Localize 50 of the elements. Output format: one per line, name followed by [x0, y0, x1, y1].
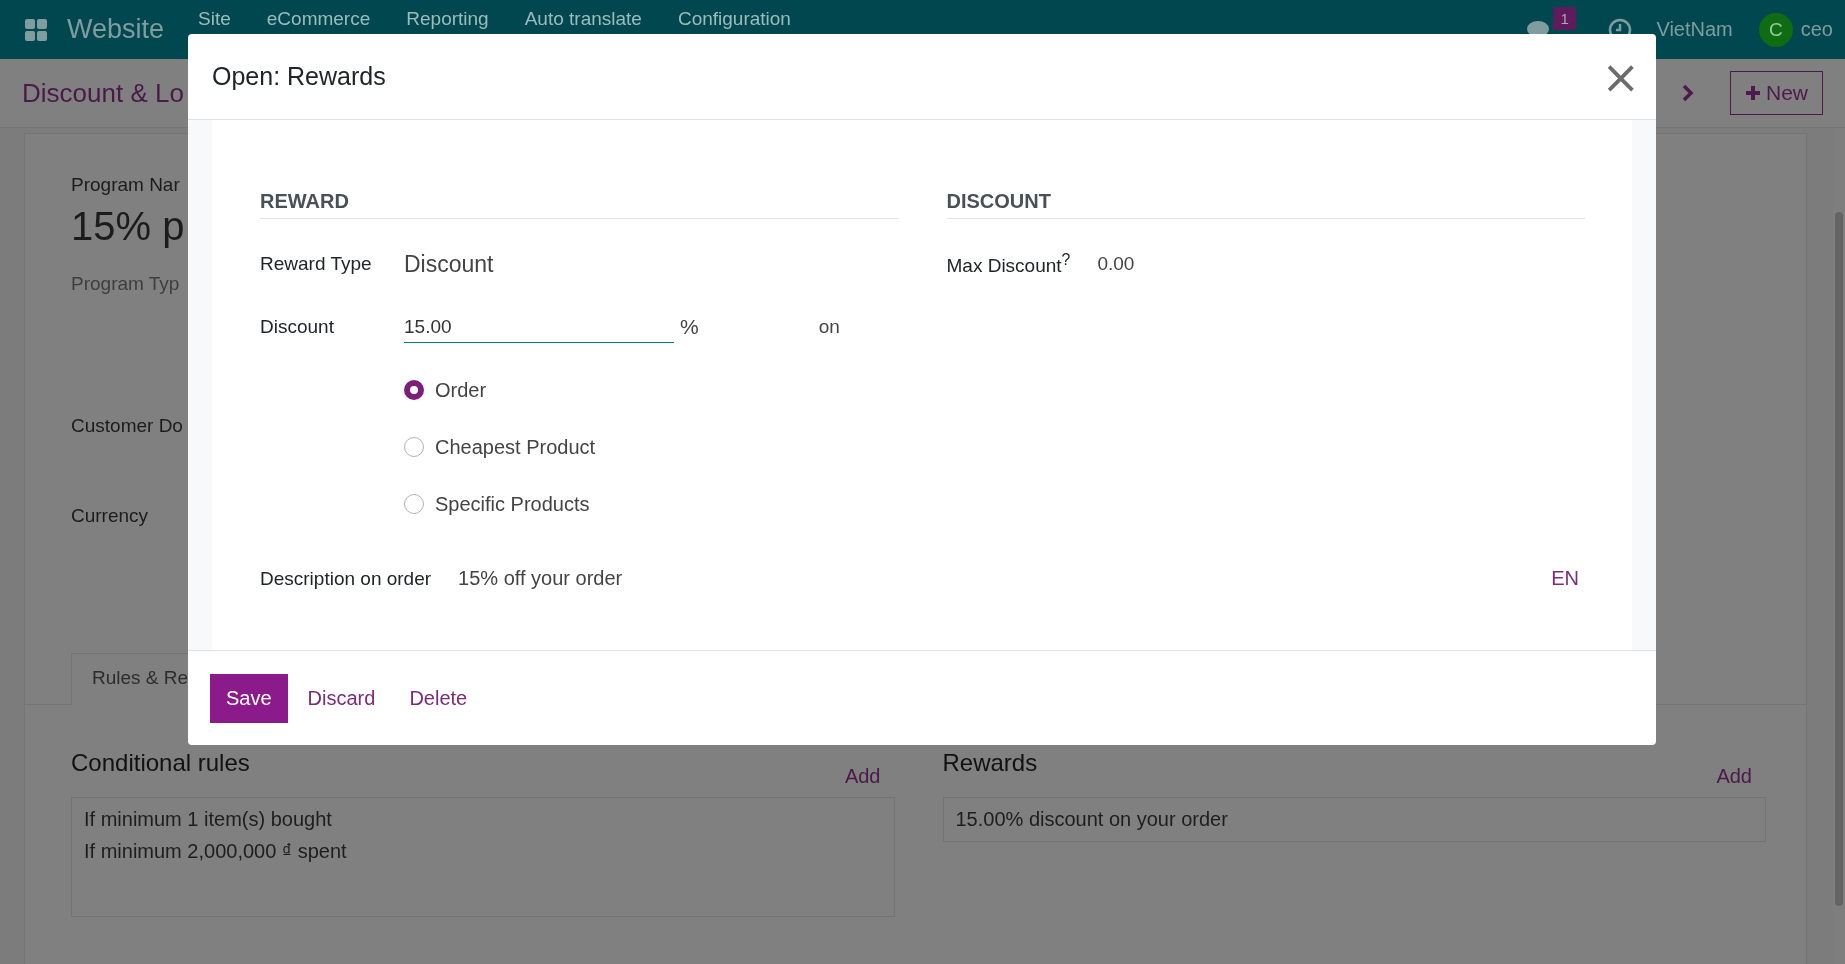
field-label: Max Discount$^{?}$	[946, 250, 1071, 278]
radio-button[interactable]	[404, 437, 424, 457]
field-label: Description on order	[260, 567, 432, 590]
menu-item[interactable]: Reporting	[406, 8, 489, 30]
dialog-action-button[interactable]: Discard	[293, 673, 390, 723]
program-name: 15% p	[71, 204, 185, 249]
menu-item[interactable]: eCommerce	[266, 8, 371, 30]
field-label: Program Typ	[71, 273, 180, 295]
breadcrumb[interactable]: Discount & Lo	[22, 77, 184, 109]
add-link[interactable]: Add	[844, 765, 881, 788]
user-avatar[interactable]: C	[1758, 12, 1793, 47]
menu-item[interactable]: Auto translate	[524, 8, 642, 30]
description-value[interactable]: 15% off your order	[458, 567, 623, 590]
field-label: on	[818, 316, 840, 338]
field-label: Program Nar	[71, 174, 180, 196]
language-button[interactable]: EN	[1551, 567, 1579, 590]
summary-line: If minimum 2,000,000 ₫ spent	[84, 840, 348, 863]
close-button[interactable]: ×	[1597, 53, 1644, 100]
radio-label[interactable]: Order	[435, 378, 487, 402]
user-name[interactable]: ceo	[1800, 18, 1833, 41]
unit-label: %	[680, 315, 699, 339]
reward-type-value[interactable]: Discount	[404, 250, 494, 278]
summary-line: 15.00% discount on your order	[955, 808, 1229, 831]
next-page-icon[interactable]	[1682, 84, 1694, 102]
field-label: Reward Type	[260, 253, 373, 275]
radio-button[interactable]	[404, 380, 424, 400]
max-discount-value[interactable]: 0.00	[1097, 253, 1135, 275]
dialog-action-button[interactable]: Delete	[395, 673, 482, 723]
radio-button[interactable]	[404, 494, 424, 514]
apps-menu-icon[interactable]	[24, 17, 48, 42]
radio-label[interactable]: Specific Products	[435, 492, 590, 516]
field-label: Customer Do	[71, 415, 183, 437]
new-button[interactable]: New	[1730, 71, 1823, 115]
section-heading: REWARD	[260, 190, 899, 219]
section-title: Conditional rules	[71, 749, 250, 777]
plus-icon	[1745, 85, 1761, 101]
field-label: Currency	[71, 505, 149, 527]
add-link[interactable]: Add	[1716, 765, 1752, 788]
section-heading: DISCOUNT	[946, 190, 1585, 219]
dialog-title: Open: Rewards	[212, 62, 386, 91]
radio-label[interactable]: Cheapest Product	[435, 435, 596, 459]
section-title: Rewards	[942, 749, 1038, 777]
menu-item[interactable]: Configuration	[677, 8, 791, 30]
menu-item[interactable]: Site	[198, 8, 231, 30]
field-label: Discount	[260, 316, 335, 338]
app-name[interactable]: Website	[67, 14, 165, 45]
message-count-badge: 1	[1553, 6, 1576, 30]
company-name[interactable]: VietNam	[1656, 18, 1733, 41]
dialog-action-button[interactable]: Save	[210, 673, 288, 723]
summary-line: If minimum 1 item(s) bought	[84, 808, 333, 831]
